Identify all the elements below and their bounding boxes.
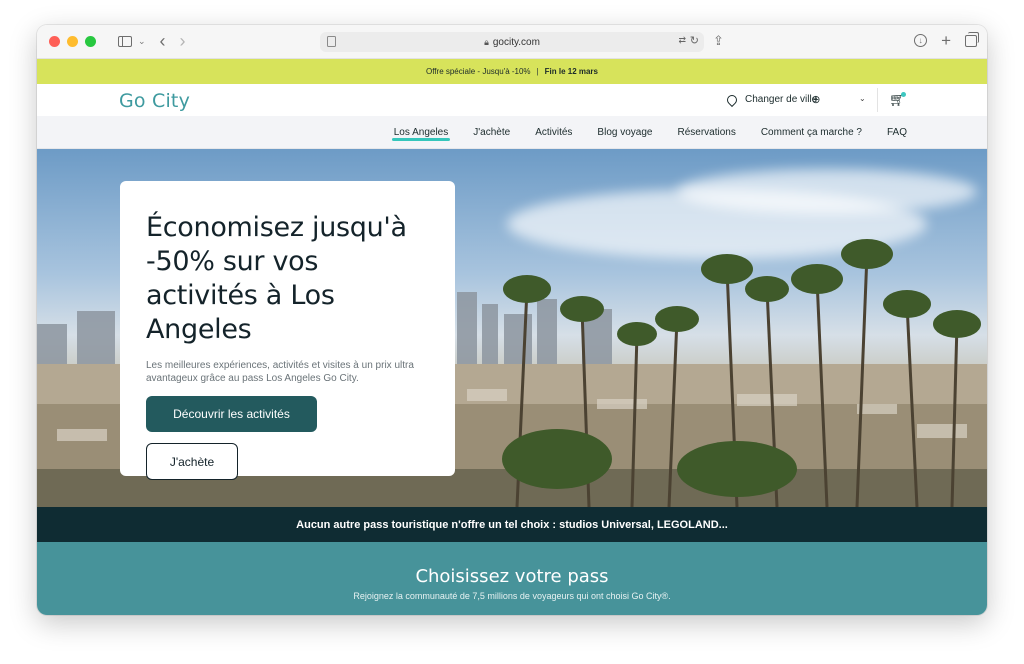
globe-icon: ⊕ [811,94,821,106]
hero-title: Économisez jusqu'à -50% sur vos activité… [146,212,407,345]
city-selector-label: Changer de ville [745,94,818,105]
nav-item-los-angeles[interactable]: Los Angeles [391,127,450,141]
reload-icon[interactable]: ↻ [690,34,699,47]
window-controls [49,36,96,47]
hero-subtitle: Les meilleures expériences, activités et… [146,360,414,384]
buy-button[interactable]: J'achète [146,443,238,480]
main-navigation: Los Angeles J'achète Activités Blog voya… [37,116,987,149]
url-text: gocity.com [492,36,540,48]
browser-window: ⌄ ‹ › 🔒︎ gocity.com ⇄ ↻ ⇪ ↓ + Offre spéc… [37,25,987,615]
promo-deadline: Fin le 12 mars [544,67,598,76]
site-header: Go City Changer de ville ⊕ ⌄ 🛒︎ [37,84,987,116]
translate-icon[interactable]: ⇄ [678,35,686,46]
sidebar-toggle-icon[interactable] [118,36,132,47]
hero-card: Économisez jusqu'à -50% sur vos activité… [120,181,455,480]
nav-item-activities[interactable]: Activités [535,127,572,138]
go-city-logo[interactable]: Go City [119,90,190,112]
forward-arrow-icon[interactable]: › [180,31,186,52]
share-icon[interactable]: ⇪ [713,33,724,49]
toolbar-right-controls: ↓ + [914,31,979,49]
tab-overview-icon[interactable] [965,31,979,47]
promo-separator: | [536,67,539,76]
banner-text: Aucun autre pass touristique n'offre un … [296,518,728,531]
promo-bar[interactable]: Offre spéciale - Jusqu'à -10% | Fin le 1… [37,59,987,84]
choose-pass-section: Choisissez votre pass Rejoignez la commu… [37,542,987,615]
browser-toolbar: ⌄ ‹ › 🔒︎ gocity.com ⇄ ↻ ⇪ ↓ + [37,25,987,59]
minimize-window-button[interactable] [67,36,78,47]
choose-pass-title: Choisissez votre pass [415,566,609,587]
hero-section: Économisez jusqu'à -50% sur vos activité… [37,149,987,507]
nav-item-faq[interactable]: FAQ [887,127,907,138]
discover-activities-button[interactable]: Découvrir les activités [146,396,317,432]
header-divider [877,88,878,112]
reader-view-icon[interactable] [327,36,336,47]
nav-item-buy[interactable]: J'achète [473,127,510,138]
location-pin-icon [724,92,740,107]
choose-pass-subtitle: Rejoignez la communauté de 7,5 millions … [353,591,671,601]
chevron-down-icon[interactable]: ⌄ [138,36,146,47]
nav-item-travel-blog[interactable]: Blog voyage [597,127,652,138]
attractions-banner: Aucun autre pass touristique n'offre un … [37,507,987,542]
nav-item-reservations[interactable]: Réservations [677,127,735,138]
chevron-down-icon[interactable]: ⌄ [859,94,866,103]
new-tab-icon[interactable]: + [941,32,951,49]
city-selector[interactable]: Changer de ville ⊕ [724,92,821,107]
cart-badge [901,92,906,97]
nav-item-how-it-works[interactable]: Comment ça marche ? [761,127,862,138]
back-arrow-icon[interactable]: ‹ [160,31,166,52]
close-window-button[interactable] [49,36,60,47]
promo-offer: Offre spéciale - Jusqu'à -10% [426,67,531,76]
zoom-window-button[interactable] [85,36,96,47]
lock-icon: 🔒︎ [484,36,489,47]
address-bar[interactable]: 🔒︎ gocity.com ⇄ ↻ [320,32,704,52]
downloads-icon[interactable]: ↓ [914,34,928,47]
